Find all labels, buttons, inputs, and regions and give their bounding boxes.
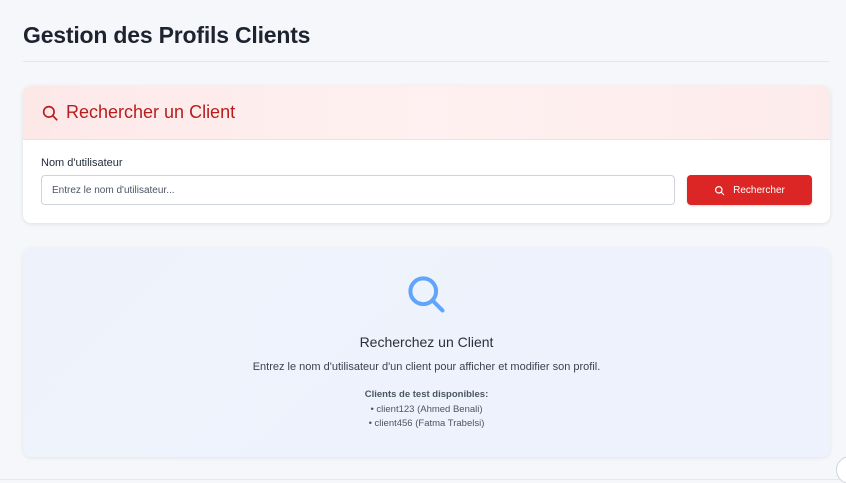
empty-state-card: Recherchez un Client Entrez le nom d'uti… (23, 248, 830, 457)
test-clients-heading: Clients de test disponibles: (364, 389, 489, 400)
empty-state-description: Entrez le nom d'utilisateur d'un client … (252, 361, 601, 373)
title-divider (23, 61, 829, 62)
test-client-item: • client123 (Ahmed Benali) (370, 404, 483, 415)
bottom-divider (0, 479, 846, 480)
empty-state-title: Recherchez un Client (359, 334, 494, 350)
search-button[interactable]: Rechercher (687, 175, 812, 205)
username-input[interactable] (41, 175, 675, 205)
search-card-header: Rechercher un Client (23, 86, 830, 140)
test-client-item: • client456 (Fatma Trabelsi) (368, 418, 485, 429)
search-icon (404, 272, 448, 316)
search-button-label: Rechercher (733, 184, 785, 196)
search-card: Rechercher un Client Nom d'utilisateur R… (23, 86, 830, 223)
page-title: Gestion des Profils Clients (23, 22, 311, 48)
search-icon (41, 104, 59, 122)
username-label: Nom d'utilisateur (41, 157, 123, 169)
search-card-title: Rechercher un Client (66, 102, 236, 122)
search-icon (714, 185, 725, 196)
